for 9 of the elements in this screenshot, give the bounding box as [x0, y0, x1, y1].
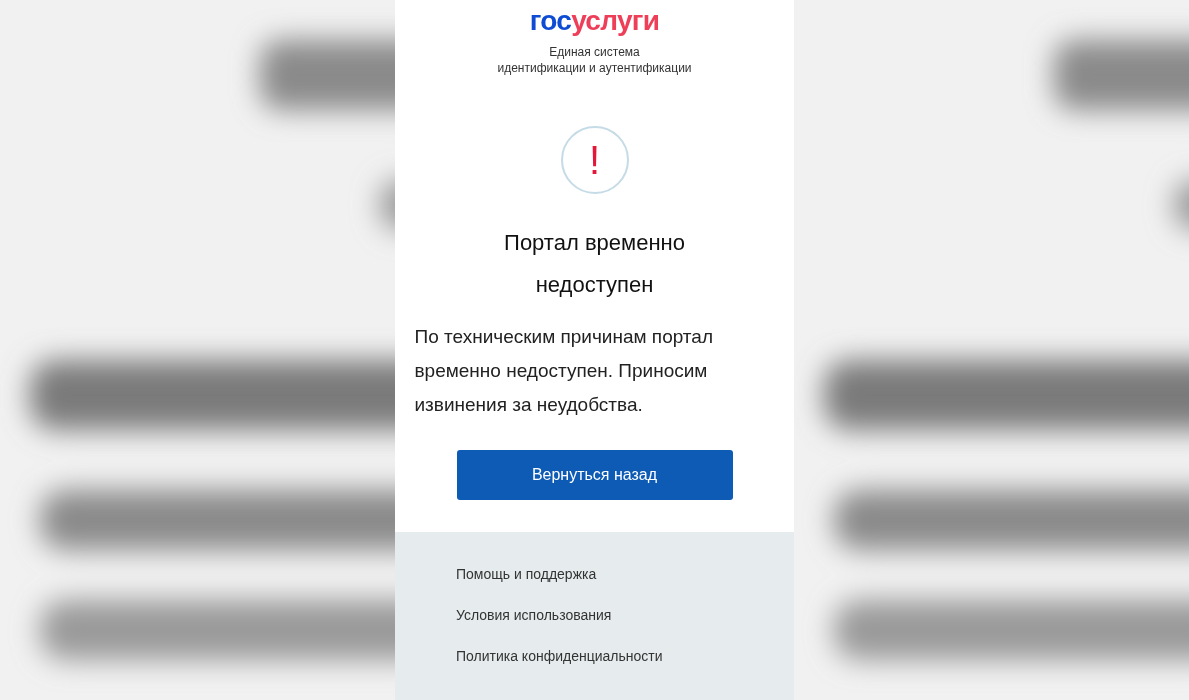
subtitle: Единая система идентификации и аутентификации [497, 44, 692, 76]
footer-link[interactable]: Условия использования [456, 605, 794, 625]
message: По техническим причинам портал временно недоступен. Приносим извинения за неудобства. [414, 325, 714, 417]
heading: Портал временно недоступен [503, 229, 686, 299]
footer-link[interactable]: Политика конфиденциальности [456, 646, 794, 666]
back-button[interactable]: Вернуться назад [456, 450, 733, 500]
logo: госуслуги [529, 6, 660, 36]
footer-link[interactable]: Помощь и поддержка [456, 564, 794, 584]
error-icon: ! [560, 126, 629, 194]
